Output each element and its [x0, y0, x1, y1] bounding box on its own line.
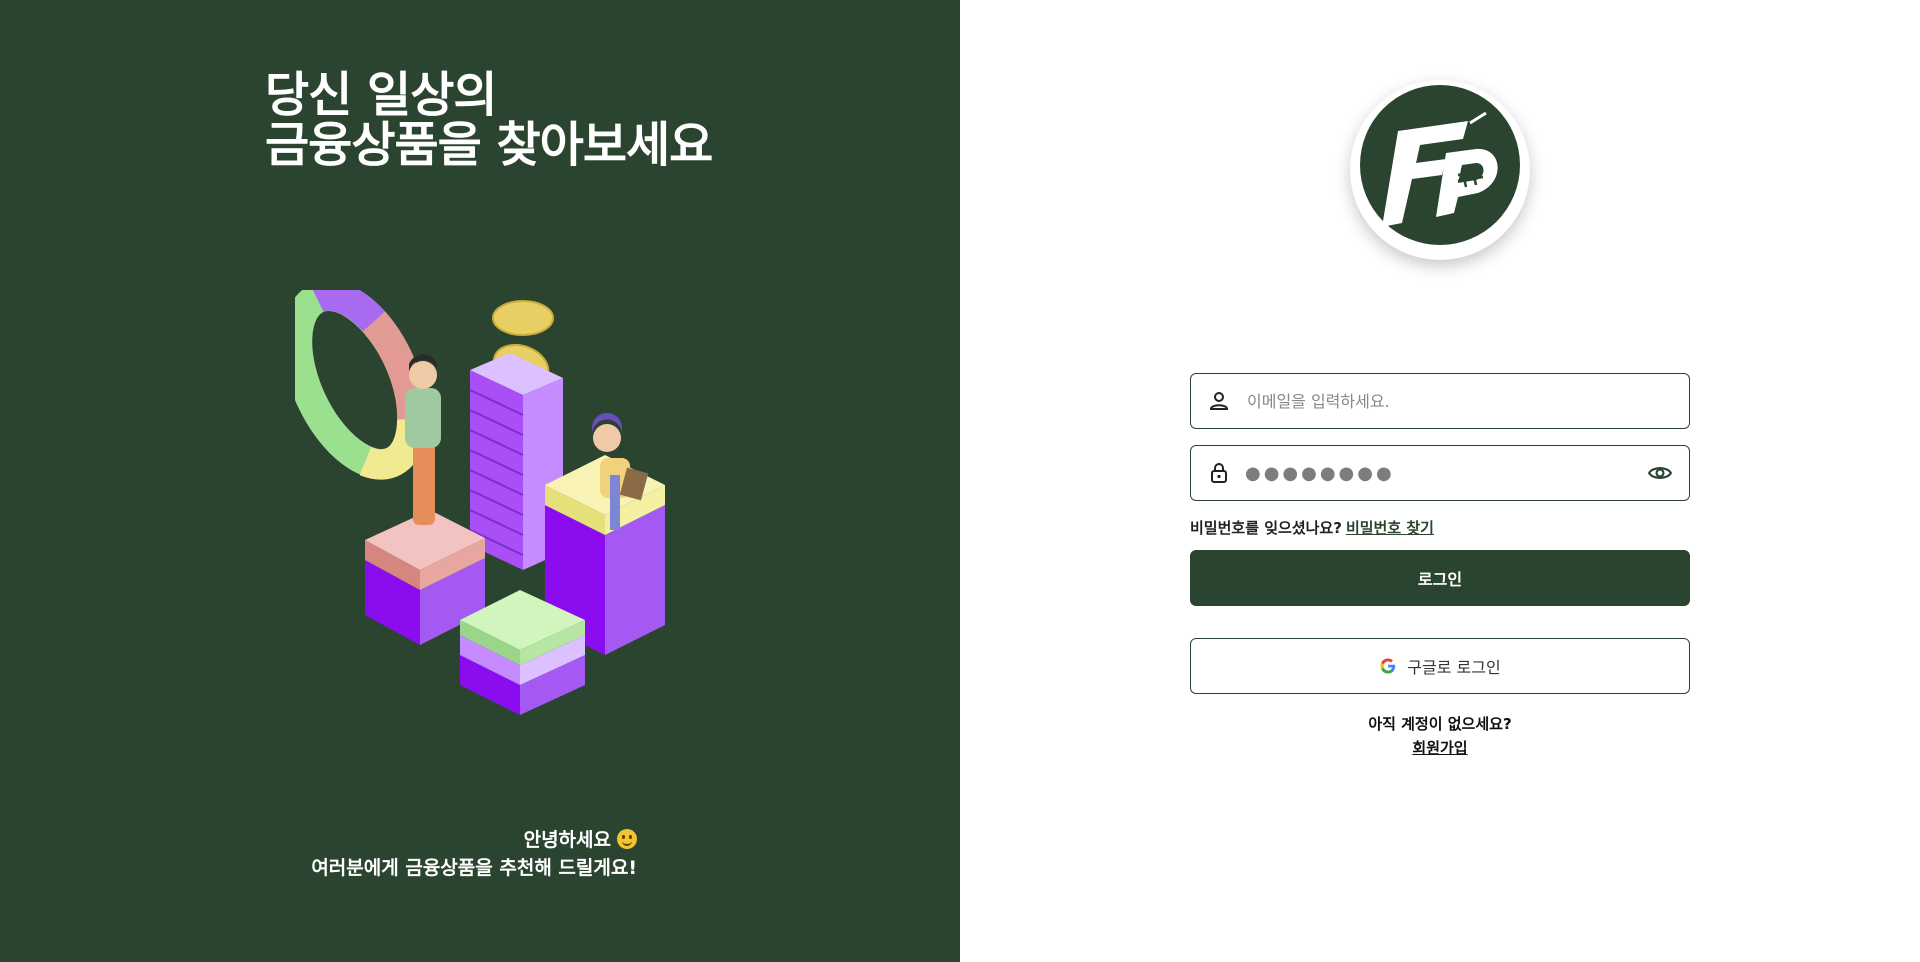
- eye-icon[interactable]: [1647, 460, 1673, 486]
- password-field: ●●●●●●●●: [1190, 445, 1690, 501]
- fp-logo-icon: [1360, 85, 1520, 245]
- email-field: [1190, 373, 1690, 429]
- person-icon: [1209, 392, 1229, 410]
- signup-section: 아직 계정이 없으세요? 회원가입: [1190, 712, 1690, 760]
- greeting-hello: 안녕하세요: [523, 829, 611, 851]
- smiley-emoji-icon: [617, 829, 637, 849]
- coin-graphic: [492, 300, 554, 336]
- login-button[interactable]: 로그인: [1190, 550, 1690, 606]
- forgot-password-row: 비밀번호를 잊으셨나요? 비밀번호 찾기: [1190, 517, 1690, 538]
- hero-panel: 당신 일상의 금융상품을 찾아보세요 안녕하세요 여러분에게 금융상품을 추천해…: [0, 0, 960, 962]
- forgot-password-link[interactable]: 비밀번호 찾기: [1346, 519, 1434, 537]
- fp-logo: [1350, 80, 1530, 260]
- hero-title: 당신 일상의 금융상품을 찾아보세요: [265, 67, 713, 173]
- google-login-label: 구글로 로그인: [1407, 658, 1501, 677]
- greeting-line-2: 여러분에게 금융상품을 추천해 드릴게요!: [311, 857, 637, 879]
- greeting-text: 안녕하세요 여러분에게 금융상품을 추천해 드릴게요!: [311, 826, 637, 882]
- hero-title-line-1: 당신 일상의: [265, 67, 498, 123]
- email-input[interactable]: [1245, 390, 1673, 412]
- greeting-line-1: 안녕하세요: [311, 826, 637, 854]
- google-login-button[interactable]: 구글로 로그인: [1190, 638, 1690, 694]
- google-icon: [1380, 658, 1396, 674]
- login-form: ●●●●●●●● 비밀번호를 잊으셨나요?비밀번호 찾기 로그인 구글로 로그인…: [1190, 373, 1690, 760]
- signup-link[interactable]: 회원가입: [1412, 736, 1467, 760]
- standing-person-graphic: [405, 354, 441, 525]
- password-input[interactable]: ●●●●●●●●: [1245, 463, 1647, 484]
- finance-illustration: [295, 290, 665, 715]
- hero-title-line-2: 금융상품을 찾아보세요: [265, 117, 713, 173]
- forgot-password-prompt: 비밀번호를 잊으셨나요?: [1190, 519, 1342, 537]
- no-account-prompt: 아직 계정이 없으세요?: [1368, 715, 1512, 733]
- login-panel: ●●●●●●●● 비밀번호를 잊으셨나요?비밀번호 찾기 로그인 구글로 로그인…: [960, 0, 1920, 962]
- lock-icon: [1211, 463, 1227, 483]
